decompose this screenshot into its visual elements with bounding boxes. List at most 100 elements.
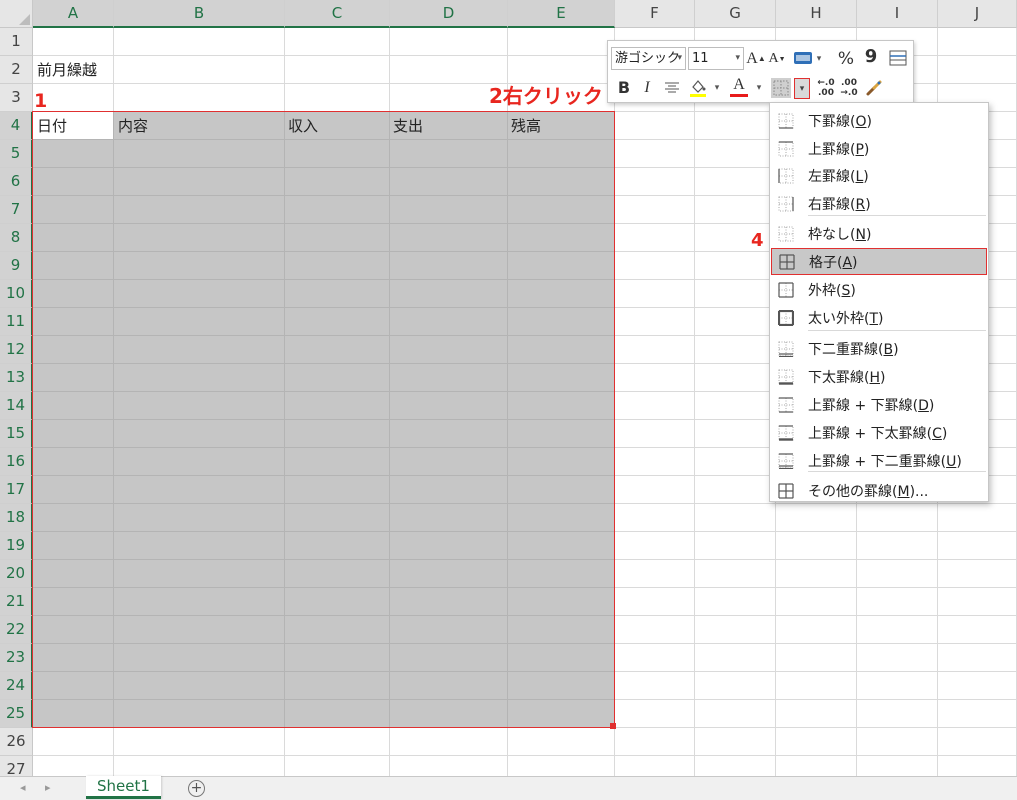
cell[interactable] [695, 392, 776, 420]
cell[interactable] [695, 280, 776, 308]
fill-handle[interactable] [610, 723, 616, 729]
cell[interactable] [776, 616, 857, 644]
cell[interactable] [938, 504, 1017, 532]
cell[interactable] [615, 644, 695, 672]
row-header-5[interactable]: 5 [0, 140, 33, 168]
row-header-8[interactable]: 8 [0, 224, 33, 252]
border-option-top-bottom-border[interactable]: 上罫線 + 下罫線(D) [771, 391, 987, 418]
cell[interactable] [695, 224, 776, 252]
cell[interactable] [857, 756, 938, 776]
cell[interactable] [33, 728, 114, 756]
cell[interactable] [938, 644, 1017, 672]
cell[interactable] [615, 196, 695, 224]
cell[interactable] [695, 476, 776, 504]
row-header-10[interactable]: 10 [0, 280, 33, 308]
row-header-1[interactable]: 1 [0, 28, 33, 56]
border-option-thick-bottom-border[interactable]: 下太罫線(H) [771, 363, 987, 390]
cell[interactable] [695, 588, 776, 616]
cell[interactable] [390, 756, 508, 776]
row-header-11[interactable]: 11 [0, 308, 33, 336]
cell[interactable] [695, 560, 776, 588]
cell[interactable] [615, 336, 695, 364]
column-header-g[interactable]: G [695, 0, 776, 28]
cell[interactable] [857, 616, 938, 644]
accounting-format-button[interactable] [792, 49, 814, 69]
border-option-more-borders[interactable]: その他の罫線(M)... [771, 477, 987, 504]
cell[interactable] [938, 700, 1017, 728]
border-option-bottom-double-border[interactable]: 下二重罫線(B) [771, 335, 987, 362]
cell[interactable] [695, 196, 776, 224]
row-header-15[interactable]: 15 [0, 420, 33, 448]
border-option-top-double-bottom-border[interactable]: 上罫線 + 下二重罫線(U) [771, 447, 987, 474]
cell[interactable] [695, 672, 776, 700]
cell[interactable] [615, 700, 695, 728]
cell[interactable] [776, 728, 857, 756]
cell[interactable] [615, 364, 695, 392]
cell[interactable] [938, 56, 1017, 84]
cell[interactable] [857, 728, 938, 756]
cell[interactable] [776, 560, 857, 588]
column-header-d[interactable]: D [390, 0, 508, 28]
cell[interactable] [695, 756, 776, 776]
cell[interactable] [615, 448, 695, 476]
cell[interactable] [857, 532, 938, 560]
cell[interactable] [285, 56, 390, 84]
row-header-7[interactable]: 7 [0, 196, 33, 224]
cell[interactable] [615, 224, 695, 252]
row-header-9[interactable]: 9 [0, 252, 33, 280]
center-align-button[interactable] [663, 79, 681, 97]
cell[interactable] [285, 28, 390, 56]
cell[interactable] [857, 672, 938, 700]
row-header-19[interactable]: 19 [0, 532, 33, 560]
fill-color-button[interactable] [688, 77, 708, 99]
cell-a2-text[interactable]: 前月繰越 [37, 56, 97, 84]
percent-style-button[interactable]: % [836, 48, 856, 69]
row-header-26[interactable]: 26 [0, 728, 33, 756]
cell[interactable] [615, 504, 695, 532]
row-header-4[interactable]: 4 [0, 112, 33, 140]
cell[interactable] [695, 644, 776, 672]
font-name-select[interactable]: 游ゴシック ▾ [611, 47, 686, 70]
cell[interactable] [695, 112, 776, 140]
cell[interactable] [615, 560, 695, 588]
row-header-12[interactable]: 12 [0, 336, 33, 364]
column-header-i[interactable]: I [857, 0, 938, 28]
cell[interactable] [695, 420, 776, 448]
cell[interactable] [776, 588, 857, 616]
font-color-dropdown[interactable]: ▾ [754, 79, 764, 97]
tab-scroll-left-icon[interactable]: ◂ [20, 781, 26, 794]
border-option-no-border[interactable]: 枠なし(N) [771, 220, 987, 247]
cell[interactable] [695, 336, 776, 364]
cell[interactable] [695, 308, 776, 336]
cell[interactable] [938, 560, 1017, 588]
cell[interactable] [615, 588, 695, 616]
row-header-21[interactable]: 21 [0, 588, 33, 616]
cell[interactable] [695, 504, 776, 532]
cell[interactable] [615, 420, 695, 448]
borders-dropdown-button[interactable]: ▾ [794, 78, 810, 99]
cell[interactable] [285, 728, 390, 756]
cell[interactable] [695, 252, 776, 280]
column-header-a[interactable]: A [33, 0, 114, 28]
border-option-bottom-border[interactable]: 下罫線(O) [771, 107, 987, 134]
cell[interactable] [285, 84, 390, 112]
row-header-14[interactable]: 14 [0, 392, 33, 420]
add-sheet-icon[interactable]: + [188, 780, 205, 797]
cell[interactable] [615, 280, 695, 308]
cell[interactable] [615, 616, 695, 644]
format-painter-button[interactable] [864, 77, 884, 99]
cell[interactable] [938, 672, 1017, 700]
cell[interactable] [938, 728, 1017, 756]
row-header-23[interactable]: 23 [0, 644, 33, 672]
fill-color-dropdown[interactable]: ▾ [712, 79, 722, 97]
cell[interactable] [695, 448, 776, 476]
cell[interactable] [390, 728, 508, 756]
cell[interactable] [615, 168, 695, 196]
cell[interactable] [508, 728, 615, 756]
cell[interactable] [615, 532, 695, 560]
border-option-top-border[interactable]: 上罫線(P) [771, 135, 987, 162]
cell[interactable] [857, 504, 938, 532]
cell[interactable] [615, 728, 695, 756]
bold-button[interactable]: B [616, 77, 632, 98]
cell[interactable] [695, 140, 776, 168]
